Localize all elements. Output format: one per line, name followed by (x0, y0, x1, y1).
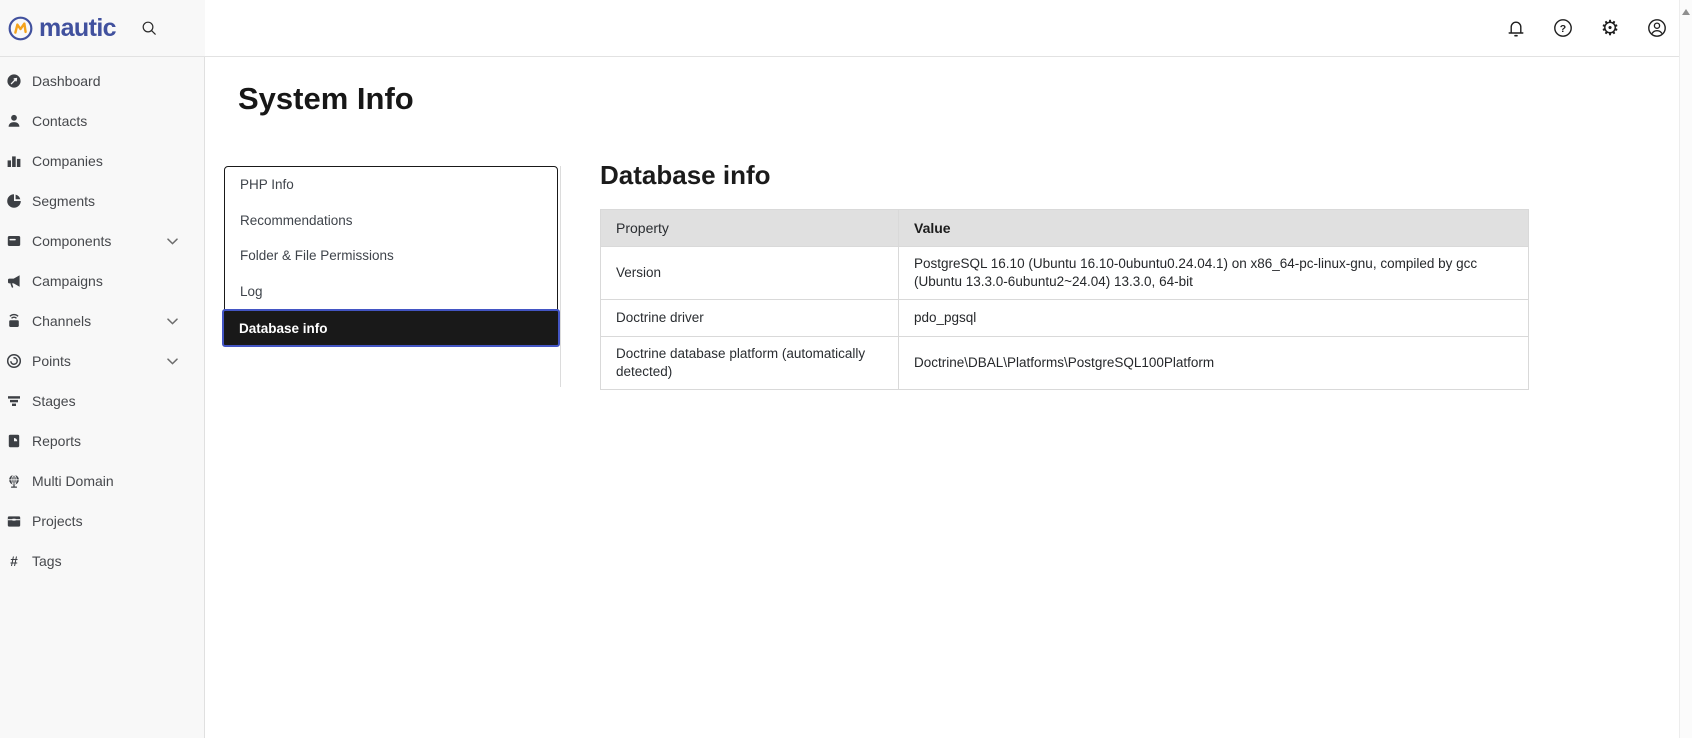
sidebar-item-label: Contacts (32, 113, 88, 129)
sidebar-item-companies[interactable]: Companies (0, 141, 204, 181)
sidebar-item-label: Channels (32, 313, 92, 329)
account-icon (1646, 17, 1668, 39)
table-row: Doctrine database platform (automaticall… (600, 336, 1529, 390)
page-title: System Info (238, 81, 414, 116)
value-cell: PostgreSQL 16.10 (Ubuntu 16.10-0ubuntu0.… (898, 246, 1529, 300)
sidebar-item-components[interactable]: Components (0, 221, 204, 261)
sidebar-item-channels[interactable]: Channels (0, 301, 204, 341)
property-cell: Doctrine driver (600, 299, 899, 337)
topbar-brand-area: mautic (0, 0, 205, 56)
sidebar: Dashboard Contacts Companies Segments Compon… (0, 57, 205, 738)
settings-button[interactable]: ⚙ (1597, 15, 1623, 41)
reports-icon (6, 433, 22, 449)
sidebar-item-campaigns[interactable]: Campaigns (0, 261, 204, 301)
companies-icon (6, 153, 22, 169)
multi-domain-icon (6, 473, 22, 489)
sidebar-item-label: Stages (32, 393, 76, 409)
tab-label: Log (240, 283, 263, 299)
value-cell: Doctrine\DBAL\Platforms\PostgreSQL100Pla… (898, 336, 1529, 390)
notifications-button[interactable] (1503, 15, 1529, 41)
tags-icon: # (6, 553, 22, 569)
tab-folder-file-permissions[interactable]: Folder & File Permissions (225, 238, 557, 274)
dashboard-icon (6, 73, 22, 89)
sidebar-item-label: Reports (32, 433, 82, 449)
contacts-icon (6, 113, 22, 129)
stages-icon (6, 393, 22, 409)
chevron-down-icon (167, 357, 178, 365)
column-header-property: Property (600, 209, 899, 247)
help-button[interactable]: ? (1550, 15, 1576, 41)
property-cell: Doctrine database platform (automaticall… (600, 336, 899, 390)
sidebar-item-projects[interactable]: Projects (0, 501, 204, 541)
sidebar-item-multi-domain[interactable]: Multi Domain (0, 461, 204, 501)
panel-title: Database info (600, 160, 771, 190)
search-button[interactable] (140, 19, 159, 38)
sidebar-item-stages[interactable]: Stages (0, 381, 204, 421)
components-icon (6, 233, 22, 249)
page-scrollbar[interactable] (1679, 0, 1692, 738)
tab-recommendations[interactable]: Recommendations (225, 203, 557, 239)
chevron-down-icon (167, 237, 178, 245)
property-cell: Version (600, 246, 899, 300)
account-button[interactable] (1644, 15, 1670, 41)
points-icon (6, 353, 22, 369)
channels-icon (6, 313, 22, 329)
column-header-value: Value (898, 209, 1529, 247)
tab-label: Database info (239, 320, 328, 336)
table-row: Version PostgreSQL 16.10 (Ubuntu 16.10-0u… (600, 246, 1529, 300)
svg-text:#: # (10, 554, 18, 569)
topbar-actions: ? ⚙ (1503, 0, 1670, 56)
sidebar-item-label: Tags (32, 553, 62, 569)
system-info-tab-list: PHP Info Recommendations Folder & File Per… (222, 166, 560, 347)
svg-text:?: ? (1560, 23, 1566, 35)
sidebar-item-label: Multi Domain (32, 473, 114, 489)
help-icon: ? (1552, 17, 1574, 39)
sidebar-item-dashboard[interactable]: Dashboard (0, 61, 204, 101)
sidebar-item-contacts[interactable]: Contacts (0, 101, 204, 141)
sidebar-item-points[interactable]: Points (0, 341, 204, 381)
database-info-panel: Database info Property Value Version Postgr… (600, 160, 1530, 390)
topbar: mautic ? ⚙ (0, 0, 1692, 57)
sidebar-item-reports[interactable]: Reports (0, 421, 204, 461)
tab-label: PHP Info (240, 177, 294, 193)
tab-php-info[interactable]: PHP Info (225, 167, 557, 203)
chevron-down-icon (167, 317, 178, 325)
sidebar-item-tags[interactable]: # Tags (0, 541, 204, 581)
bell-icon (1505, 17, 1527, 39)
sidebar-item-segments[interactable]: Segments (0, 181, 204, 221)
tab-label: Recommendations (240, 212, 353, 228)
mautic-logo[interactable]: mautic (0, 13, 117, 43)
sidebar-item-label: Components (32, 233, 112, 249)
campaigns-icon (6, 273, 22, 289)
sidebar-item-label: Dashboard (32, 73, 101, 89)
sidebar-item-label: Projects (32, 513, 83, 529)
tab-database-info[interactable]: Database info (222, 309, 560, 347)
value-cell: pdo_pgsql (898, 299, 1529, 337)
search-icon (140, 19, 159, 38)
sidebar-item-label: Companies (32, 153, 103, 169)
mautic-logo-icon (8, 16, 33, 41)
tab-label: Folder & File Permissions (240, 248, 394, 264)
sidebar-item-label: Points (32, 353, 71, 369)
sidebar-item-label: Campaigns (32, 273, 103, 289)
database-info-table: Property Value Version PostgreSQL 16.10 (Ub… (600, 209, 1529, 390)
brand-wordmark: mautic (39, 13, 117, 42)
table-header-row: Property Value (600, 209, 1529, 247)
segments-icon (6, 193, 22, 209)
scroll-up-arrow-icon[interactable] (1682, 9, 1690, 15)
table-row: Doctrine driver pdo_pgsql (600, 299, 1529, 337)
tab-log[interactable]: Log (225, 274, 557, 310)
column-divider (560, 166, 561, 387)
gear-icon: ⚙ (1600, 15, 1620, 40)
sidebar-item-label: Segments (32, 193, 96, 209)
main-content: System Info PHP Info Recommendations Folde… (206, 57, 1678, 738)
projects-icon (6, 513, 22, 529)
